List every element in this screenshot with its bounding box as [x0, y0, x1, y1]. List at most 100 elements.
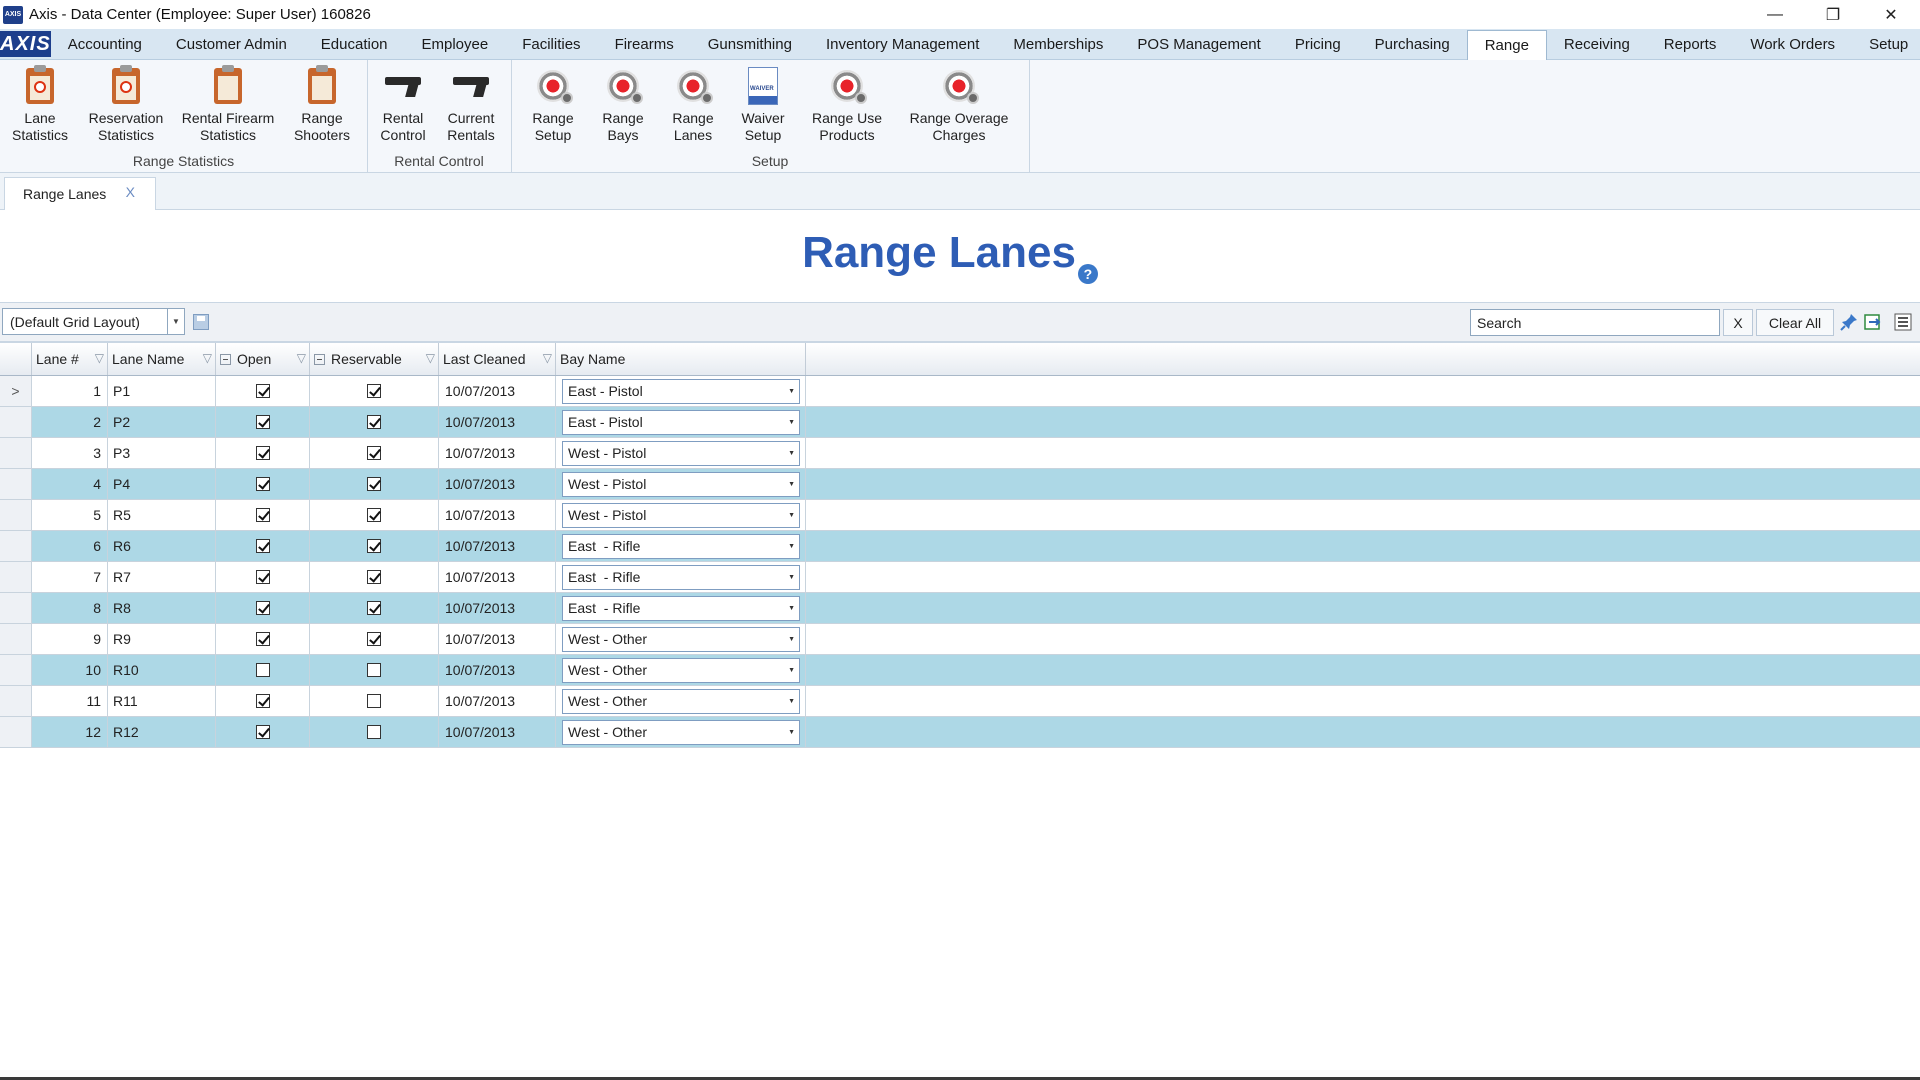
- filter-icon[interactable]: ▽: [543, 351, 552, 365]
- tab-close-icon[interactable]: X: [126, 184, 135, 200]
- open-checkbox[interactable]: [255, 694, 270, 708]
- bay-name-select[interactable]: West - Other ▼: [562, 688, 800, 714]
- lane-name-cell[interactable]: R11: [108, 686, 216, 716]
- filter-icon[interactable]: ▽: [95, 351, 104, 365]
- lane-number-cell[interactable]: 4: [32, 469, 108, 499]
- search-input[interactable]: Search: [1470, 309, 1720, 336]
- menu-pos-management[interactable]: POS Management: [1120, 29, 1277, 59]
- row-selector[interactable]: [0, 624, 32, 654]
- lane-number-cell[interactable]: 5: [32, 500, 108, 530]
- waiver-setup-button[interactable]: Waiver Setup: [735, 66, 791, 144]
- header-bay-name[interactable]: Bay Name: [556, 343, 806, 375]
- row-selector[interactable]: [0, 407, 32, 437]
- row-selector[interactable]: [0, 500, 32, 530]
- last-cleaned-cell[interactable]: 10/07/2013: [439, 438, 556, 468]
- open-checkbox[interactable]: [255, 539, 270, 553]
- menu-facilities[interactable]: Facilities: [505, 29, 597, 59]
- menu-inventory-management[interactable]: Inventory Management: [809, 29, 996, 59]
- menu-firearms[interactable]: Firearms: [598, 29, 691, 59]
- header-lane-name[interactable]: Lane Name ▽: [108, 343, 216, 375]
- table-row[interactable]: 9 R9 10/07/2013 West - Other ▼: [0, 624, 1920, 655]
- lane-name-cell[interactable]: P2: [108, 407, 216, 437]
- lane-name-cell[interactable]: P4: [108, 469, 216, 499]
- grid-layout-select[interactable]: (Default Grid Layout) ▼: [2, 308, 185, 335]
- lane-name-cell[interactable]: R5: [108, 500, 216, 530]
- bay-name-select[interactable]: West - Other ▼: [562, 657, 800, 683]
- last-cleaned-cell[interactable]: 10/07/2013: [439, 376, 556, 406]
- open-checkbox[interactable]: [255, 601, 270, 615]
- last-cleaned-cell[interactable]: 10/07/2013: [439, 469, 556, 499]
- row-selector[interactable]: [0, 469, 32, 499]
- menu-gunsmithing[interactable]: Gunsmithing: [691, 29, 809, 59]
- lane-number-cell[interactable]: 1: [32, 376, 108, 406]
- lane-number-cell[interactable]: 3: [32, 438, 108, 468]
- bay-name-select[interactable]: East - Pistol ▼: [562, 409, 800, 435]
- bay-name-select[interactable]: West - Other ▼: [562, 719, 800, 745]
- lane-name-cell[interactable]: R8: [108, 593, 216, 623]
- last-cleaned-cell[interactable]: 10/07/2013: [439, 655, 556, 685]
- last-cleaned-cell[interactable]: 10/07/2013: [439, 407, 556, 437]
- menu-employee[interactable]: Employee: [405, 29, 506, 59]
- open-checkbox[interactable]: [255, 508, 270, 522]
- lane-number-cell[interactable]: 8: [32, 593, 108, 623]
- lane-number-cell[interactable]: 11: [32, 686, 108, 716]
- export-excel-icon[interactable]: [1862, 311, 1884, 333]
- bay-name-select[interactable]: East - Pistol ▼: [562, 378, 800, 404]
- menu-work-orders[interactable]: Work Orders: [1733, 29, 1852, 59]
- table-row[interactable]: 6 R6 10/07/2013 East - Rifle ▼: [0, 531, 1920, 562]
- table-row[interactable]: 10 R10 10/07/2013 West - Other ▼: [0, 655, 1920, 686]
- header-last-cleaned[interactable]: Last Cleaned ▽: [439, 343, 556, 375]
- menu-setup[interactable]: Setup: [1852, 29, 1920, 59]
- bay-name-select[interactable]: East - Rifle ▼: [562, 595, 800, 621]
- row-selector[interactable]: [0, 531, 32, 561]
- reservable-checkbox[interactable]: [367, 446, 381, 460]
- table-row[interactable]: 12 R12 10/07/2013 West - Other ▼: [0, 717, 1920, 748]
- minimize-button[interactable]: —: [1746, 0, 1804, 29]
- clear-all-button[interactable]: Clear All: [1756, 309, 1834, 336]
- reservable-checkbox[interactable]: [367, 415, 381, 429]
- table-row[interactable]: 11 R11 10/07/2013 West - Other ▼: [0, 686, 1920, 717]
- bay-name-select[interactable]: East - Rifle ▼: [562, 533, 800, 559]
- last-cleaned-cell[interactable]: 10/07/2013: [439, 593, 556, 623]
- open-checkbox[interactable]: [255, 725, 270, 739]
- table-row[interactable]: >1 P1 10/07/2013 East - Pistol ▼: [0, 376, 1920, 407]
- last-cleaned-cell[interactable]: 10/07/2013: [439, 562, 556, 592]
- menu-customer-admin[interactable]: Customer Admin: [159, 29, 304, 59]
- lane-name-cell[interactable]: P3: [108, 438, 216, 468]
- range-shooters-button[interactable]: Range Shooters: [290, 65, 354, 144]
- table-row[interactable]: 5 R5 10/07/2013 West - Pistol ▼: [0, 500, 1920, 531]
- rental-control-button[interactable]: Rental Control: [373, 66, 433, 144]
- table-row[interactable]: 4 P4 10/07/2013 West - Pistol ▼: [0, 469, 1920, 500]
- lane-name-cell[interactable]: P1: [108, 376, 216, 406]
- select-all-checkbox[interactable]: [314, 353, 325, 365]
- rental-firearm-statistics-button[interactable]: Rental Firearm Statistics: [178, 65, 278, 144]
- pin-icon[interactable]: [1838, 311, 1860, 333]
- range-overage-charges-button[interactable]: Range Overage Charges: [903, 66, 1015, 144]
- lane-name-cell[interactable]: R6: [108, 531, 216, 561]
- last-cleaned-cell[interactable]: 10/07/2013: [439, 686, 556, 716]
- current-rentals-button[interactable]: Current Rentals: [441, 66, 501, 144]
- reservation-statistics-button[interactable]: Reservation Statistics: [84, 65, 168, 144]
- row-selector[interactable]: [0, 593, 32, 623]
- reservable-checkbox[interactable]: [367, 694, 381, 708]
- help-icon[interactable]: ?: [1077, 264, 1098, 284]
- column-chooser-icon[interactable]: [1892, 311, 1914, 333]
- save-layout-button[interactable]: [190, 311, 212, 333]
- select-all-checkbox[interactable]: [220, 353, 231, 365]
- row-selector[interactable]: [0, 562, 32, 592]
- lane-name-cell[interactable]: R12: [108, 717, 216, 747]
- lane-number-cell[interactable]: 2: [32, 407, 108, 437]
- reservable-checkbox[interactable]: [367, 632, 381, 646]
- open-checkbox[interactable]: [255, 663, 270, 677]
- lane-number-cell[interactable]: 12: [32, 717, 108, 747]
- reservable-checkbox[interactable]: [367, 663, 381, 677]
- lane-number-cell[interactable]: 7: [32, 562, 108, 592]
- range-lanes-button[interactable]: Range Lanes: [665, 66, 721, 144]
- menu-purchasing[interactable]: Purchasing: [1358, 29, 1467, 59]
- menu-accounting[interactable]: Accounting: [51, 29, 159, 59]
- bay-name-select[interactable]: West - Pistol ▼: [562, 440, 800, 466]
- reservable-checkbox[interactable]: [367, 477, 381, 491]
- lane-number-cell[interactable]: 9: [32, 624, 108, 654]
- table-row[interactable]: 3 P3 10/07/2013 West - Pistol ▼: [0, 438, 1920, 469]
- last-cleaned-cell[interactable]: 10/07/2013: [439, 500, 556, 530]
